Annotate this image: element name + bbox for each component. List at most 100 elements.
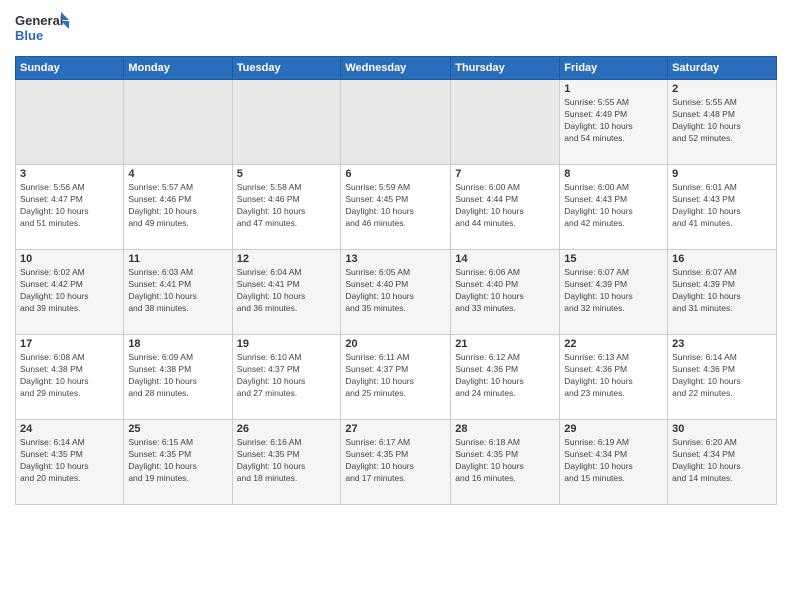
day-number: 29	[564, 423, 663, 435]
day-info: Sunrise: 5:55 AM Sunset: 4:49 PM Dayligh…	[564, 97, 663, 145]
day-number: 4	[128, 168, 227, 180]
calendar-cell: 8 Sunrise: 6:00 AM Sunset: 4:43 PM Daylig…	[560, 165, 668, 250]
day-number: 5	[237, 168, 337, 180]
day-info: Sunrise: 5:59 AM Sunset: 4:45 PM Dayligh…	[345, 182, 446, 230]
calendar-cell: 19 Sunrise: 6:10 AM Sunset: 4:37 PM Dayli…	[232, 335, 341, 420]
day-info: Sunrise: 6:16 AM Sunset: 4:35 PM Dayligh…	[237, 437, 337, 485]
day-number: 9	[672, 168, 772, 180]
day-info: Sunrise: 6:02 AM Sunset: 4:42 PM Dayligh…	[20, 267, 119, 315]
calendar-body: 1Sunrise: 5:55 AM Sunset: 4:49 PM Daylig…	[16, 80, 777, 505]
calendar-cell: 24Sunrise: 6:14 AM Sunset: 4:35 PM Dayli…	[16, 420, 124, 505]
day-info: Sunrise: 6:01 AM Sunset: 4:43 PM Dayligh…	[672, 182, 772, 230]
calendar-cell: 4Sunrise: 5:57 AM Sunset: 4:46 PM Daylig…	[124, 165, 232, 250]
day-info: Sunrise: 6:08 AM Sunset: 4:38 PM Dayligh…	[20, 352, 119, 400]
day-info: Sunrise: 6:03 AM Sunset: 4:41 PM Dayligh…	[128, 267, 227, 315]
day-number: 30	[672, 423, 772, 435]
day-number: 19	[237, 338, 337, 350]
svg-text:General: General	[15, 13, 63, 28]
svg-text:Blue: Blue	[15, 28, 43, 43]
day-info: Sunrise: 6:14 AM Sunset: 4:36 PM Dayligh…	[672, 352, 772, 400]
calendar-cell	[124, 80, 232, 165]
calendar-cell: 22 Sunrise: 6:13 AM Sunset: 4:36 PM Dayli…	[560, 335, 668, 420]
day-number: 27	[345, 423, 446, 435]
day-number: 12	[237, 253, 337, 265]
weekday-header: Saturday	[668, 57, 777, 80]
day-number: 18	[128, 338, 227, 350]
calendar-header: SundayMondayTuesdayWednesdayThursdayFrid…	[16, 57, 777, 80]
weekday-header: Sunday	[16, 57, 124, 80]
weekday-header: Monday	[124, 57, 232, 80]
calendar-cell: 28 Sunrise: 6:18 AM Sunset: 4:35 PM Dayli…	[451, 420, 560, 505]
day-number: 7	[455, 168, 555, 180]
day-info: Sunrise: 6:13 AM Sunset: 4:36 PM Dayligh…	[564, 352, 663, 400]
calendar-week-row: 1Sunrise: 5:55 AM Sunset: 4:49 PM Daylig…	[16, 80, 777, 165]
calendar-cell: 10 Sunrise: 6:02 AM Sunset: 4:42 PM Dayli…	[16, 250, 124, 335]
day-info: Sunrise: 6:00 AM Sunset: 4:44 PM Dayligh…	[455, 182, 555, 230]
day-number: 10	[20, 253, 119, 265]
day-number: 23	[672, 338, 772, 350]
calendar-cell	[16, 80, 124, 165]
calendar-cell	[451, 80, 560, 165]
day-info: Sunrise: 6:07 AM Sunset: 4:39 PM Dayligh…	[564, 267, 663, 315]
calendar-cell: 29 Sunrise: 6:19 AM Sunset: 4:34 PM Dayli…	[560, 420, 668, 505]
calendar-cell: 23 Sunrise: 6:14 AM Sunset: 4:36 PM Dayli…	[668, 335, 777, 420]
day-info: Sunrise: 5:55 AM Sunset: 4:48 PM Dayligh…	[672, 97, 772, 145]
calendar-cell	[341, 80, 451, 165]
day-number: 15	[564, 253, 663, 265]
calendar-cell: 11 Sunrise: 6:03 AM Sunset: 4:41 PM Dayli…	[124, 250, 232, 335]
calendar-cell: 6 Sunrise: 5:59 AM Sunset: 4:45 PM Daylig…	[341, 165, 451, 250]
calendar-table: SundayMondayTuesdayWednesdayThursdayFrid…	[15, 56, 777, 505]
calendar-cell: 13Sunrise: 6:05 AM Sunset: 4:40 PM Dayli…	[341, 250, 451, 335]
day-info: Sunrise: 6:07 AM Sunset: 4:39 PM Dayligh…	[672, 267, 772, 315]
calendar-cell: 2Sunrise: 5:55 AM Sunset: 4:48 PM Daylig…	[668, 80, 777, 165]
day-info: Sunrise: 6:09 AM Sunset: 4:38 PM Dayligh…	[128, 352, 227, 400]
day-number: 20	[345, 338, 446, 350]
day-number: 14	[455, 253, 555, 265]
day-number: 6	[345, 168, 446, 180]
day-number: 26	[237, 423, 337, 435]
day-info: Sunrise: 6:12 AM Sunset: 4:36 PM Dayligh…	[455, 352, 555, 400]
calendar-cell: 17 Sunrise: 6:08 AM Sunset: 4:38 PM Dayli…	[16, 335, 124, 420]
calendar-cell: 18 Sunrise: 6:09 AM Sunset: 4:38 PM Dayli…	[124, 335, 232, 420]
day-number: 17	[20, 338, 119, 350]
day-number: 11	[128, 253, 227, 265]
day-number: 22	[564, 338, 663, 350]
day-info: Sunrise: 6:11 AM Sunset: 4:37 PM Dayligh…	[345, 352, 446, 400]
page-header: General Blue	[15, 10, 777, 48]
day-number: 28	[455, 423, 555, 435]
day-info: Sunrise: 6:15 AM Sunset: 4:35 PM Dayligh…	[128, 437, 227, 485]
calendar-cell: 20 Sunrise: 6:11 AM Sunset: 4:37 PM Dayli…	[341, 335, 451, 420]
calendar-cell: 26 Sunrise: 6:16 AM Sunset: 4:35 PM Dayli…	[232, 420, 341, 505]
logo-svg: General Blue	[15, 10, 70, 48]
calendar-cell: 27Sunrise: 6:17 AM Sunset: 4:35 PM Dayli…	[341, 420, 451, 505]
calendar-cell: 1Sunrise: 5:55 AM Sunset: 4:49 PM Daylig…	[560, 80, 668, 165]
calendar-week-row: 10 Sunrise: 6:02 AM Sunset: 4:42 PM Dayli…	[16, 250, 777, 335]
calendar-cell	[232, 80, 341, 165]
logo: General Blue	[15, 10, 70, 48]
calendar-cell: 12 Sunrise: 6:04 AM Sunset: 4:41 PM Dayli…	[232, 250, 341, 335]
day-info: Sunrise: 6:00 AM Sunset: 4:43 PM Dayligh…	[564, 182, 663, 230]
calendar-page: General Blue SundayMondayTuesdayWednesda…	[0, 0, 792, 612]
day-info: Sunrise: 6:18 AM Sunset: 4:35 PM Dayligh…	[455, 437, 555, 485]
day-info: Sunrise: 5:58 AM Sunset: 4:46 PM Dayligh…	[237, 182, 337, 230]
day-number: 24	[20, 423, 119, 435]
day-info: Sunrise: 6:10 AM Sunset: 4:37 PM Dayligh…	[237, 352, 337, 400]
calendar-cell: 15 Sunrise: 6:07 AM Sunset: 4:39 PM Dayli…	[560, 250, 668, 335]
weekday-row: SundayMondayTuesdayWednesdayThursdayFrid…	[16, 57, 777, 80]
calendar-week-row: 17 Sunrise: 6:08 AM Sunset: 4:38 PM Dayli…	[16, 335, 777, 420]
weekday-header: Thursday	[451, 57, 560, 80]
day-info: Sunrise: 6:19 AM Sunset: 4:34 PM Dayligh…	[564, 437, 663, 485]
weekday-header: Tuesday	[232, 57, 341, 80]
day-info: Sunrise: 5:56 AM Sunset: 4:47 PM Dayligh…	[20, 182, 119, 230]
calendar-cell: 25 Sunrise: 6:15 AM Sunset: 4:35 PM Dayli…	[124, 420, 232, 505]
day-number: 8	[564, 168, 663, 180]
day-number: 16	[672, 253, 772, 265]
calendar-cell: 16 Sunrise: 6:07 AM Sunset: 4:39 PM Dayli…	[668, 250, 777, 335]
day-number: 25	[128, 423, 227, 435]
day-info: Sunrise: 6:04 AM Sunset: 4:41 PM Dayligh…	[237, 267, 337, 315]
weekday-header: Wednesday	[341, 57, 451, 80]
calendar-week-row: 24Sunrise: 6:14 AM Sunset: 4:35 PM Dayli…	[16, 420, 777, 505]
calendar-cell: 30Sunrise: 6:20 AM Sunset: 4:34 PM Dayli…	[668, 420, 777, 505]
day-number: 13	[345, 253, 446, 265]
day-info: Sunrise: 6:06 AM Sunset: 4:40 PM Dayligh…	[455, 267, 555, 315]
